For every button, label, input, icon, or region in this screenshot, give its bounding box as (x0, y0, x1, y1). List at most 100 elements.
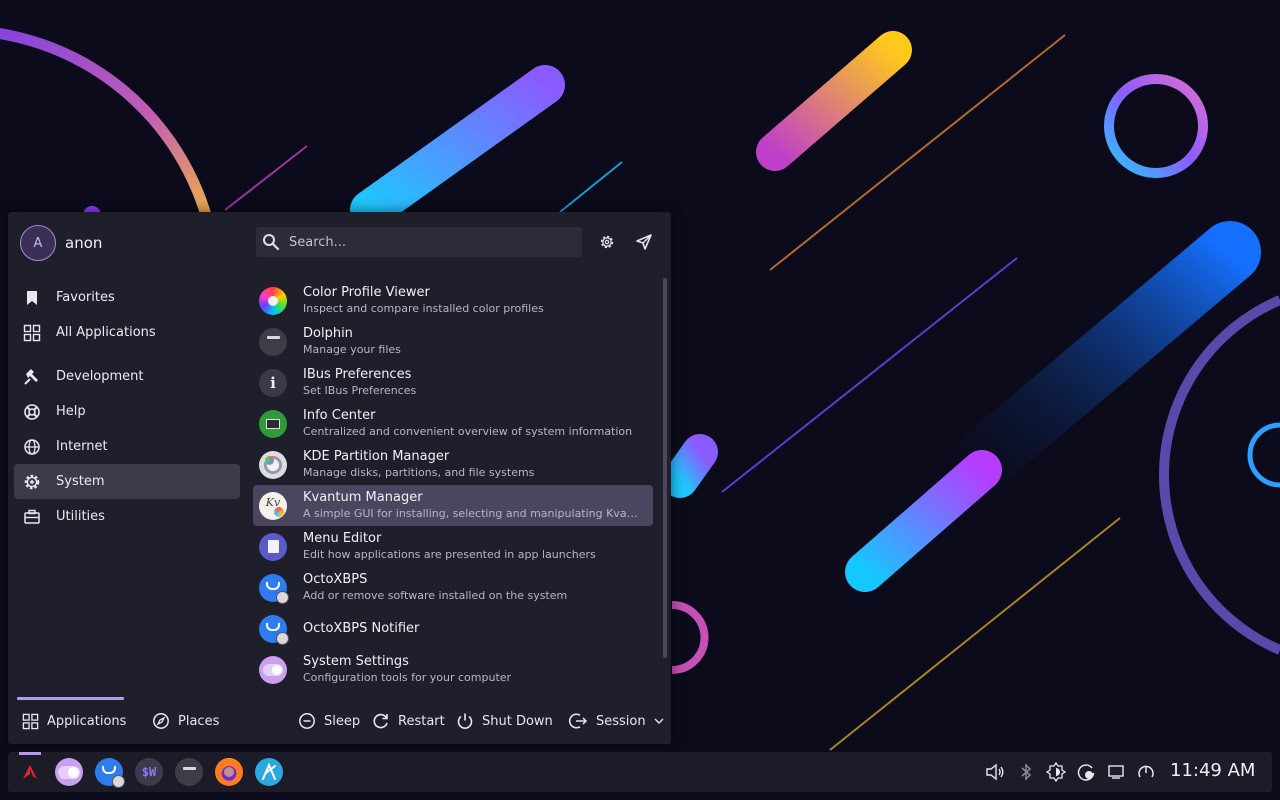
category-development[interactable]: Development (14, 359, 240, 394)
category-system[interactable]: System (14, 464, 240, 499)
app-description: Manage your files (303, 343, 401, 356)
category-all-applications[interactable]: All Applications (14, 315, 240, 350)
disk-icon (259, 450, 287, 479)
application-launcher-button[interactable] (19, 752, 41, 792)
app-description: Centralized and convenient overview of s… (303, 425, 633, 438)
volume-tray[interactable] (985, 762, 1005, 782)
app-description: Configuration tools for your computer (303, 671, 512, 684)
button-label: Session (596, 713, 646, 729)
app-description: Edit how applications are presented in a… (303, 548, 596, 561)
octoxbps-task[interactable] (95, 758, 125, 788)
lifebuoy-icon (24, 403, 40, 420)
app-name: Dolphin (303, 326, 353, 341)
octoxbps-icon (102, 766, 116, 774)
app-description: Add or remove software installed on the … (303, 589, 568, 602)
category-label: Utilities (56, 509, 105, 524)
terminal-task[interactable]: $W (135, 758, 163, 786)
configure-button[interactable] (596, 231, 618, 253)
category-help[interactable]: Help (14, 394, 240, 429)
menu-editor-icon (259, 532, 287, 561)
user-header: A anon (20, 224, 102, 262)
tab-applications[interactable]: Applications (22, 710, 126, 732)
app-info-center[interactable]: Info Center Centralized and convenient o… (253, 403, 653, 444)
application-list: Color Profile Viewer Inspect and compare… (253, 280, 653, 690)
notifications-tray[interactable] (1106, 762, 1126, 782)
category-list: Favorites All Applications Development H… (14, 280, 240, 534)
bluetooth-tray[interactable] (1016, 762, 1036, 782)
category-label: Help (56, 404, 86, 419)
app-name: OctoXBPS (303, 572, 368, 587)
app-description: A simple GUI for installing, selecting a… (303, 507, 643, 520)
bookmark-icon (27, 290, 37, 305)
system-settings-task[interactable] (55, 758, 83, 786)
avatar-initial: A (33, 235, 43, 251)
octoxbps-notifier-icon (259, 614, 289, 645)
app-system-settings[interactable]: System Settings Configuration tools for … (253, 649, 653, 690)
app-name: System Settings (303, 654, 409, 669)
updates-tray[interactable] (1076, 762, 1096, 782)
volume-icon (986, 763, 1004, 781)
application-launcher-menu: A anon Favorites All Applications Develo… (8, 212, 671, 744)
category-utilities[interactable]: Utilities (14, 499, 240, 534)
pin-button[interactable] (633, 231, 655, 253)
app-ibus-preferences[interactable]: i IBus Preferences Set IBus Preferences (253, 362, 653, 403)
app-kde-partition-manager[interactable]: KDE Partition Manager Manage disks, part… (253, 444, 653, 485)
digital-clock[interactable]: 11:49 AM (1170, 760, 1255, 781)
terminal-icon: $W (141, 765, 157, 779)
kvantum-icon: Kv (259, 491, 287, 520)
tab-label: Places (178, 713, 220, 729)
power-profile-tray[interactable] (1136, 762, 1156, 782)
gear-icon (24, 474, 40, 489)
circuit-board-icon (259, 409, 287, 438)
session-button[interactable]: Session (568, 710, 664, 732)
category-label: Internet (56, 439, 108, 454)
scrollbar[interactable] (663, 278, 667, 658)
brightness-tray[interactable] (1046, 762, 1066, 782)
update-icon (1077, 764, 1095, 781)
category-favorites[interactable]: Favorites (14, 280, 240, 315)
category-label: Development (56, 369, 144, 384)
app-octoxbps[interactable]: OctoXBPS Add or remove software installe… (253, 567, 653, 608)
info-icon: i (259, 368, 287, 397)
avatar[interactable]: A (20, 225, 56, 261)
app-menu-editor[interactable]: Menu Editor Edit how applications are pr… (253, 526, 653, 567)
search-field[interactable] (256, 227, 582, 257)
app-name: Color Profile Viewer (303, 285, 430, 300)
app-octoxbps-notifier[interactable]: OctoXBPS Notifier (253, 608, 653, 649)
notifications-icon (1108, 765, 1124, 779)
power-profile-icon (1138, 765, 1154, 778)
app-name: OctoXBPS Notifier (303, 621, 420, 636)
settings-toggle-icon (259, 655, 287, 684)
app-color-profile-viewer[interactable]: Color Profile Viewer Inspect and compare… (253, 280, 653, 321)
dolphin-task[interactable] (175, 758, 203, 786)
category-label: System (56, 474, 105, 489)
firefox-task[interactable] (215, 758, 243, 786)
dolphin-icon (182, 766, 196, 770)
kate-task[interactable] (255, 758, 283, 786)
tab-label: Applications (47, 713, 127, 729)
gear-icon (600, 235, 614, 249)
search-input[interactable] (280, 227, 582, 257)
app-kvantum-manager[interactable]: Kv Kvantum Manager A simple GUI for inst… (253, 485, 653, 526)
app-name: Info Center (303, 408, 376, 423)
category-internet[interactable]: Internet (14, 429, 240, 464)
app-description: Set IBus Preferences (303, 384, 417, 397)
app-description: Manage disks, partitions, and file syste… (303, 466, 535, 479)
shutdown-button[interactable]: Shut Down (456, 710, 553, 732)
pin-icon (636, 234, 652, 250)
restart-button[interactable]: Restart (372, 710, 445, 732)
sleep-button[interactable]: Sleep (298, 710, 360, 732)
octoxbps-icon (259, 573, 289, 604)
app-name: Menu Editor (303, 531, 382, 546)
app-dolphin[interactable]: Dolphin Manage your files (253, 321, 653, 362)
kate-icon (262, 763, 276, 780)
color-wheel-icon (259, 286, 287, 315)
user-name: anon (65, 234, 103, 252)
restart-icon (373, 713, 388, 729)
tab-places[interactable]: Places (152, 710, 219, 732)
firefox-icon (224, 767, 234, 777)
chevron-down-icon (654, 718, 664, 724)
folder-icon (259, 327, 287, 356)
search-icon (263, 234, 280, 251)
artix-logo-icon (23, 765, 37, 779)
